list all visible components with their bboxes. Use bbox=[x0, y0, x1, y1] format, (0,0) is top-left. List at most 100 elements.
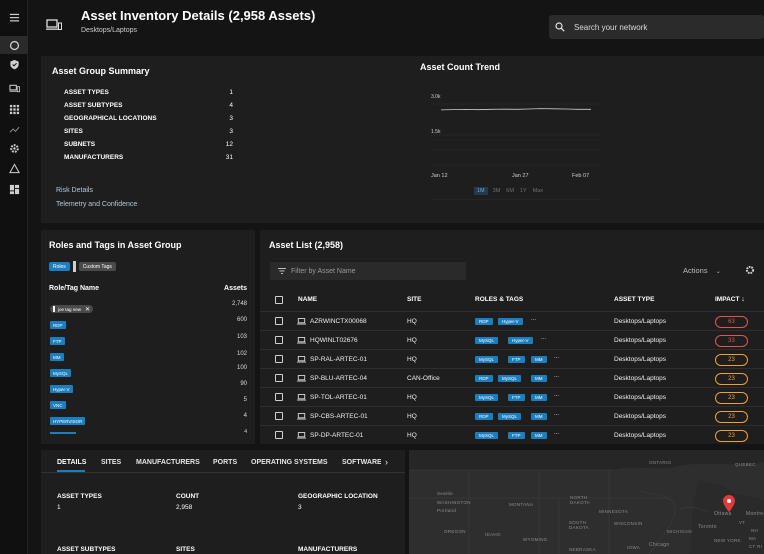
asset-name[interactable]: SP-CBS-ARTEC-01 bbox=[310, 413, 368, 420]
asset-name[interactable]: SP-BLU-ARTEC-04 bbox=[310, 375, 367, 382]
role-tag[interactable]: RDP bbox=[475, 318, 493, 325]
search-input[interactable]: Search your network bbox=[549, 15, 764, 39]
role-tag[interactable]: FTP bbox=[508, 394, 525, 401]
telemetry-link[interactable]: Telemetry and Confidence bbox=[56, 201, 137, 208]
summary-value: 12 bbox=[225, 141, 233, 148]
role-tag[interactable]: MM bbox=[531, 375, 547, 382]
tab-operating-systems[interactable]: OPERATING SYSTEMS bbox=[251, 459, 328, 466]
role-tag[interactable]: FTP bbox=[508, 356, 525, 363]
location-pin-icon[interactable] bbox=[723, 495, 735, 512]
table-row[interactable]: AZRWINCTX00068 HQ Desktops/Laptops RDP Hyper… bbox=[260, 311, 764, 330]
asset-name[interactable]: AZRWINCTX00068 bbox=[310, 318, 367, 325]
asset-name[interactable]: SP-TOL-ARTEC-01 bbox=[310, 394, 367, 401]
tag-chip[interactable]: joe tag new ✕ bbox=[50, 305, 94, 313]
table-row[interactable]: SP-TOL-ARTEC-01 HQ Desktops/Laptops MySQL FT… bbox=[260, 387, 764, 406]
roles-tags-panel: Roles and Tags in Asset Group Roles Cust… bbox=[41, 230, 255, 444]
tag-chip[interactable]: VNC bbox=[50, 401, 66, 409]
tag-chip[interactable]: MM bbox=[50, 353, 64, 361]
table-row[interactable]: SP-CBS-ARTEC-01 HQ Desktops/Laptops RDP MySQ… bbox=[260, 406, 764, 425]
warning-icon[interactable] bbox=[0, 159, 28, 177]
select-all-checkbox[interactable] bbox=[275, 296, 283, 304]
range-6m[interactable]: 6M bbox=[505, 187, 515, 195]
col-impact[interactable]: IMPACT ↓ bbox=[715, 296, 745, 303]
gear-icon[interactable] bbox=[745, 265, 755, 275]
roles-tab[interactable]: Roles bbox=[49, 262, 70, 271]
apps-icon[interactable] bbox=[0, 100, 28, 118]
row-checkbox[interactable] bbox=[275, 412, 283, 420]
role-tag[interactable]: MySQL bbox=[475, 432, 499, 439]
row-checkbox[interactable] bbox=[275, 336, 283, 344]
table-row[interactable]: SP-DP-ARTEC-01 HQ Desktops/Laptops MySQL FTP… bbox=[260, 425, 764, 444]
role-tag[interactable]: MySQL bbox=[475, 356, 499, 363]
custom-tags-tab[interactable]: Custom Tags bbox=[78, 262, 116, 271]
role-tag[interactable]: MM bbox=[531, 432, 547, 439]
tag-chip[interactable]: FTP bbox=[50, 337, 65, 345]
row-checkbox[interactable] bbox=[275, 317, 283, 325]
range-3m[interactable]: 3M bbox=[492, 187, 502, 195]
col-asset-type[interactable]: ASSET TYPE bbox=[614, 296, 654, 303]
table-row[interactable]: SP-BLU-ARTEC-04 CAN-Office Desktops/Laptop… bbox=[260, 368, 764, 387]
more-tags[interactable]: ... bbox=[554, 411, 559, 417]
tag-chip[interactable]: Hyper-V bbox=[50, 385, 73, 393]
col-name[interactable]: NAME bbox=[298, 296, 317, 303]
row-checkbox[interactable] bbox=[275, 355, 283, 363]
tag-count: 90 bbox=[240, 381, 247, 387]
role-tag[interactable]: MySQL bbox=[498, 375, 522, 382]
settings-icon[interactable] bbox=[0, 139, 28, 157]
risk-details-link[interactable]: Risk Details bbox=[56, 187, 93, 194]
role-tag[interactable]: MySQL bbox=[475, 337, 499, 344]
close-icon[interactable]: ✕ bbox=[85, 306, 90, 313]
asset-name[interactable]: SP-DP-ARTEC-01 bbox=[310, 432, 363, 439]
filter-input[interactable]: Filter by Asset Name bbox=[270, 262, 466, 280]
devices-icon[interactable] bbox=[0, 79, 28, 97]
widgets-icon[interactable] bbox=[0, 180, 28, 198]
col-site[interactable]: SITE bbox=[407, 296, 421, 303]
table-row[interactable]: SP-RAL-ARTEC-01 HQ Desktops/Laptops MySQL FT… bbox=[260, 349, 764, 368]
more-tags[interactable]: ... bbox=[541, 335, 546, 341]
col-roles-tags[interactable]: ROLES & TAGS bbox=[475, 296, 523, 303]
map-panel[interactable]: ONTARIO QUEBEC Seattle WASHINGTON Portla… bbox=[409, 450, 764, 554]
role-tag[interactable]: Hyper-V bbox=[498, 318, 523, 325]
tab-details[interactable]: DETAILS bbox=[57, 459, 86, 466]
asset-name[interactable]: HQWINLT02676 bbox=[310, 337, 358, 344]
role-tag[interactable]: MySQL bbox=[475, 394, 499, 401]
role-tag[interactable]: Hyper-V bbox=[508, 337, 533, 344]
role-tag[interactable]: RDP bbox=[475, 375, 493, 382]
tab-manufacturers[interactable]: MANUFACTURERS bbox=[136, 459, 200, 466]
row-checkbox[interactable] bbox=[275, 431, 283, 439]
map-label: MA bbox=[749, 536, 757, 541]
tag-chip[interactable]: HYPERVISOR bbox=[50, 417, 86, 425]
row-checkbox[interactable] bbox=[275, 393, 283, 401]
role-tag[interactable]: MM bbox=[531, 356, 547, 363]
more-tags[interactable]: ... bbox=[554, 430, 559, 436]
asset-name[interactable]: SP-RAL-ARTEC-01 bbox=[310, 356, 367, 363]
tab-software[interactable]: SOFTWARE bbox=[342, 459, 381, 466]
chevron-right-icon[interactable]: › bbox=[385, 457, 388, 467]
row-checkbox[interactable] bbox=[275, 374, 283, 382]
dashboard-icon[interactable] bbox=[0, 36, 28, 54]
role-tag[interactable]: FTP bbox=[508, 432, 525, 439]
more-tags[interactable]: ... bbox=[554, 392, 559, 398]
tag-chip[interactable]: RDP bbox=[50, 321, 66, 329]
more-tags[interactable]: ... bbox=[554, 354, 559, 360]
tab-sites[interactable]: SITES bbox=[101, 459, 121, 466]
more-tags[interactable]: ... bbox=[554, 373, 559, 379]
detail-value: 3 bbox=[298, 504, 302, 511]
actions-dropdown[interactable]: Actions ⌄ bbox=[683, 266, 721, 275]
asset-site: HQ bbox=[407, 318, 417, 325]
tab-ports[interactable]: PORTS bbox=[213, 459, 237, 466]
tag-chip[interactable]: MySQL bbox=[50, 369, 72, 377]
role-tag[interactable]: MM bbox=[531, 413, 547, 420]
role-tag[interactable]: RDP bbox=[475, 413, 493, 420]
role-tag[interactable]: MM bbox=[531, 394, 547, 401]
range-1y[interactable]: 1Y bbox=[519, 187, 528, 195]
role-tag[interactable]: MySQL bbox=[498, 413, 522, 420]
range-1m[interactable]: 1M bbox=[474, 187, 488, 195]
shield-icon[interactable] bbox=[0, 55, 28, 73]
more-tags[interactable]: ... bbox=[531, 316, 536, 322]
asset-type: Desktops/Laptops bbox=[614, 318, 667, 325]
range-max[interactable]: Max bbox=[532, 187, 544, 195]
trend-icon[interactable] bbox=[0, 120, 28, 138]
menu-icon[interactable] bbox=[0, 8, 28, 26]
table-row[interactable]: HQWINLT02676 HQ Desktops/Laptops MySQL Hyper… bbox=[260, 330, 764, 349]
